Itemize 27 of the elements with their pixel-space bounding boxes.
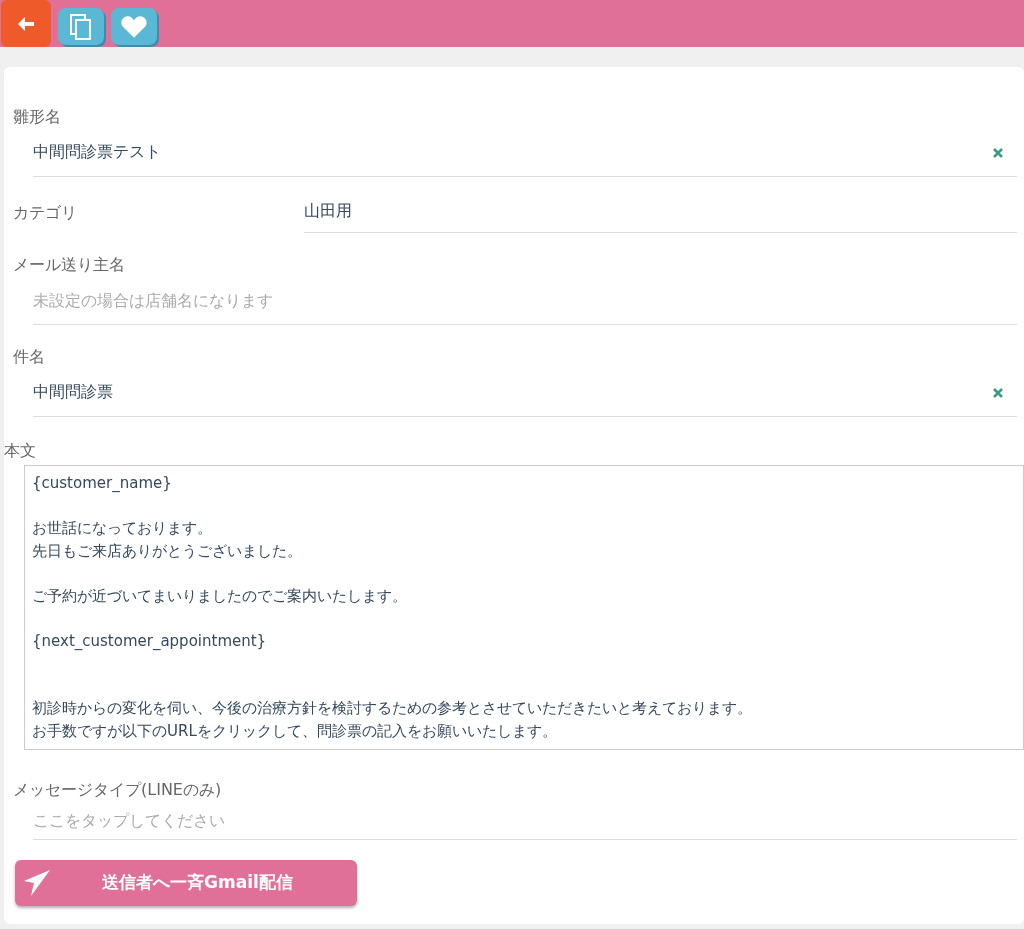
body-text-line: {customer_name} [32,473,173,494]
field-label: 本文 [4,440,37,462]
back-arrow-icon [18,16,34,31]
field-label: メッセージタイプ(LINEのみ) [12,779,223,801]
field-label: カテゴリ [12,202,78,224]
body-textarea[interactable]: {customer_name} お世話になっております。 先日もご来店ありがとうございました。 ご予約が近づいてまいりましたのでご案内いたします。 {next_customer_appointment} 初診時からの変化を伺い、今後の治療方針を検討するための参考とさせていただきたいと考えております。 お手数ですが以下のURLをクリックして、問診票の記入をお願いいたします。 [24,465,1024,750]
body-text-line: お手数ですが以下のURLをクリックして、問診票の記入をお願いいたします。 [32,720,558,742]
heart-icon [121,14,147,39]
favorite-button[interactable] [111,8,157,45]
back-button[interactable] [1,0,51,47]
paper-plane-icon [23,869,51,897]
body-text-line: {next_customer_appointment} [32,630,268,652]
copy-button[interactable] [58,8,104,45]
category-select[interactable]: 山田用 [304,199,1017,233]
field-label: 件名 [12,346,46,368]
clear-icon[interactable] [993,148,1003,158]
text-field[interactable]: 中間問診票テスト [33,129,1017,177]
text-field[interactable]: 中間問診票 [33,369,1017,417]
field-label: 雛形名 [12,106,62,128]
body-text-line: 初診時からの変化を伺い、今後の治療方針を検討するための参考とさせていただきたいと考えております。 [32,698,753,719]
field-label: メール送り主名 [12,254,126,276]
copy-icon [70,13,92,40]
text-field[interactable]: 未設定の場合は店舗名になります [33,277,1017,325]
body-text-line: ご予約が近づいてまいりましたのでご案内いたします。 [32,585,408,607]
body-text-line: 先日もご来店ありがとうございました。 [32,540,303,562]
clear-icon[interactable] [993,388,1003,398]
body-text-line: お世話になっております。 [32,518,213,539]
